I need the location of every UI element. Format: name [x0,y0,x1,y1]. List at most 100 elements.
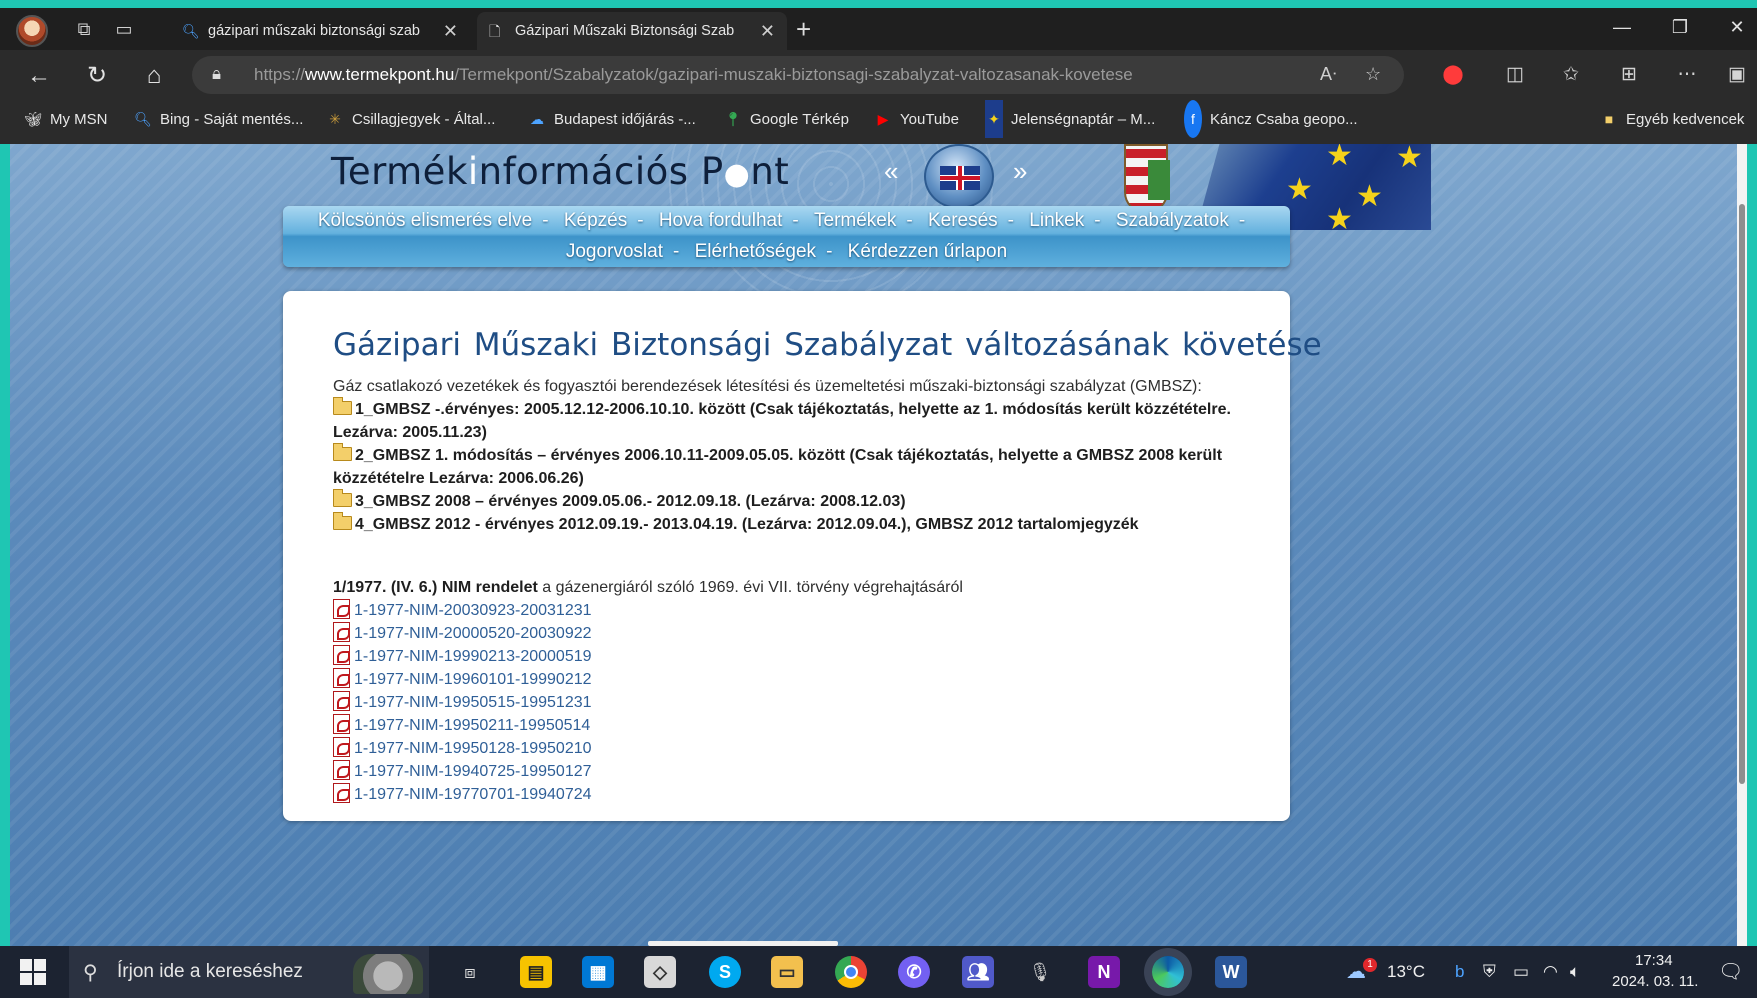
menu-item-szabalyzatok[interactable]: Szabályzatok [1116,210,1229,232]
gmbsz-item-4[interactable]: 4_GMBSZ 2012 - érvényes 2012.09.19.- 201… [333,512,1139,536]
split-screen-icon[interactable]: ◫ [1500,63,1530,86]
clock-date[interactable]: 2024. 03. 11. [1612,973,1698,990]
fav-csillagjegyek[interactable]: ✳ Csillagjegyek - Által... [326,100,495,139]
refresh-button[interactable]: ↻ [82,62,112,90]
volume-icon[interactable]: 🔈︎ [1570,962,1580,982]
sticky-notes-icon[interactable]: ▤ [520,956,552,988]
search-icon: ⚲ [83,962,98,984]
fav-youtube[interactable]: ▶ YouTube [874,100,959,139]
page-scrollbar[interactable] [1737,144,1747,946]
gmbsz-item-2-cont[interactable]: közzétételre Lezárva: 2006.06.26) [333,467,584,490]
search-icon: 🔍︎ [182,23,200,39]
back-button[interactable]: ← [24,62,54,90]
file-explorer-icon[interactable]: ▭ [771,956,803,988]
menu-item-hova-fordulhat[interactable]: Hova fordulhat [659,210,783,232]
lang-next-arrow[interactable]: » [1013,156,1027,187]
lock-icon[interactable]: 🔒︎ [212,64,221,84]
taskbar-search[interactable]: ⚲ Írjon ide a kereséshez [69,946,429,998]
gmbsz-item-2[interactable]: 2_GMBSZ 1. módosítás – érvényes 2006.10.… [333,443,1222,467]
restore-button[interactable]: ❐ [1660,12,1700,42]
wifi-icon[interactable]: ◠ [1543,962,1558,982]
close-icon[interactable]: ✕ [760,12,775,50]
extension-icon[interactable]: ⬤ [1438,63,1468,86]
scrollbar-thumb[interactable] [1739,204,1745,784]
eu-icon: ✦ [985,100,1003,138]
favorites-bar: 🦋︎ My MSN 🔍︎ Bing - Saját mentés... ✳ Csill… [0,100,1757,144]
new-tab-button[interactable]: + [796,14,811,44]
tab-search[interactable]: 🔍︎ gázipari műszaki biztonsági szab ✕ [170,12,470,50]
pdf-link[interactable]: 1-1977-NIM-19950128-19950210 [333,737,592,760]
teams-icon[interactable]: 👥︎ [962,956,994,988]
favorites-icon[interactable]: ✩ [1556,63,1586,86]
tab-active-page[interactable]: 🗋 Gázipari Műszaki Biztonsági Szab ✕ [477,12,787,50]
menu-item-elerhetosegek[interactable]: Elérhetőségek [695,241,816,263]
read-aloud-icon[interactable]: Aᐧ [1320,64,1337,85]
menu-item-kolcsonos-elismeres[interactable]: Kölcsönös elismerés elve [318,210,532,232]
minimize-button[interactable]: — [1602,12,1642,42]
menu-item-jogorvoslat[interactable]: Jogorvoslat [566,241,663,263]
edge-icon[interactable] [1152,956,1184,988]
site-logo[interactable]: Termékinformációs P●nt [331,150,789,193]
page-icon: 🗋 [489,23,501,39]
fav-budapest-weather[interactable]: ☁ Budapest időjárás -... [528,100,696,139]
pdf-link[interactable]: 1-1977-NIM-19940725-19950127 [333,760,592,783]
menu-item-termekek[interactable]: Termékek [814,210,896,232]
profile-avatar[interactable] [16,15,48,47]
url-text[interactable]: https://www.termekpont.hu/Termekpont/Sza… [254,56,1133,94]
gmbsz-item-3[interactable]: 3_GMBSZ 2008 – érvényes 2009.05.06.- 201… [333,489,906,513]
gmbsz-item-1[interactable]: 1_GMBSZ -.érvényes: 2005.12.12-2006.10.1… [333,397,1231,421]
battery-icon[interactable]: ▭ [1513,962,1529,982]
favorite-star-icon[interactable]: ☆ [1365,64,1381,85]
menu-item-kereses[interactable]: Keresés [928,210,998,232]
fav-jelensegnaptar[interactable]: ✦ Jelenségnaptár – M... [985,100,1155,139]
app-icon[interactable]: ◇ [644,956,676,988]
menu-item-kepzes[interactable]: Képzés [564,210,627,232]
notification-badge: 1 [1363,958,1377,972]
gmbsz-item-1-cont[interactable]: Lezárva: 2005.11.23) [333,421,487,444]
viber-icon[interactable]: ✆ [898,956,930,988]
workspaces-icon[interactable]: ⧉ [72,18,96,40]
nim-heading: 1/1977. (IV. 6.) NIM rendelet a gázenerg… [333,579,963,596]
chrome-icon[interactable] [835,956,867,988]
pdf-link[interactable]: 1-1977-NIM-19950515-19951231 [333,691,592,714]
facebook-icon: f [1184,100,1202,138]
sidebar-icon[interactable]: ▣ [1722,63,1752,86]
word-icon[interactable]: W [1215,956,1247,988]
bing-icon[interactable]: b [1455,962,1464,982]
pdf-link[interactable]: 1-1977-NIM-20000520-20030922 [333,622,592,645]
clock-time[interactable]: 17:34 [1635,952,1673,969]
pdf-link[interactable]: 1-1977-NIM-19770701-19940724 [333,783,592,806]
youtube-icon: ▶ [877,111,889,127]
notifications-icon[interactable]: 🗨︎ [1718,959,1743,984]
close-window-button[interactable]: ✕ [1717,12,1757,42]
fav-other-favorites[interactable]: ■ Egyéb kedvencek [1600,100,1745,139]
menu-item-linkek[interactable]: Linkek [1029,210,1084,232]
skype-icon[interactable]: S [709,956,741,988]
start-button[interactable] [20,959,46,985]
temperature[interactable]: 13°C [1387,962,1425,982]
english-language-button[interactable] [924,144,994,209]
security-shield-icon[interactable]: ⛨ [1483,962,1496,982]
onenote-icon[interactable]: N [1088,956,1120,988]
fav-kancz-csaba[interactable]: f Káncz Csaba geopo... [1184,100,1358,139]
collections-icon[interactable]: ⊞ [1614,63,1644,86]
vertical-tabs-icon[interactable]: ▭ [112,18,136,40]
address-bar[interactable]: 🔒︎ https://www.termekpont.hu/Termekpont/… [192,56,1404,94]
store-icon[interactable]: ▦ [582,956,614,988]
menu-item-kerdezzen-urlapon[interactable]: Kérdezzen űrlapon [848,241,1008,263]
pdf-link[interactable]: 1-1977-NIM-20030923-20031231 [333,599,592,622]
pdf-link[interactable]: 1-1977-NIM-19950211-19950514 [333,714,590,737]
fav-my-msn[interactable]: 🦋︎ My MSN [24,100,107,139]
fav-bing[interactable]: 🔍︎ Bing - Saját mentés... [134,100,303,139]
more-menu-icon[interactable]: ⋯ [1672,63,1702,86]
home-button[interactable]: ⌂ [139,62,169,90]
close-icon[interactable]: ✕ [443,12,458,50]
task-view-icon[interactable]: ⧈ [454,956,486,988]
lang-prev-arrow[interactable]: « [884,156,898,187]
pdf-link[interactable]: 1-1977-NIM-19960101-19990212 [333,668,592,691]
weather-icon: ☁ [530,111,544,127]
pdf-icon [333,760,350,780]
microphone-app-icon[interactable]: 🎙︎ [1024,956,1056,988]
fav-google-maps[interactable]: 📍︎ Google Térkép [724,100,849,139]
pdf-link[interactable]: 1-1977-NIM-19990213-20000519 [333,645,592,668]
